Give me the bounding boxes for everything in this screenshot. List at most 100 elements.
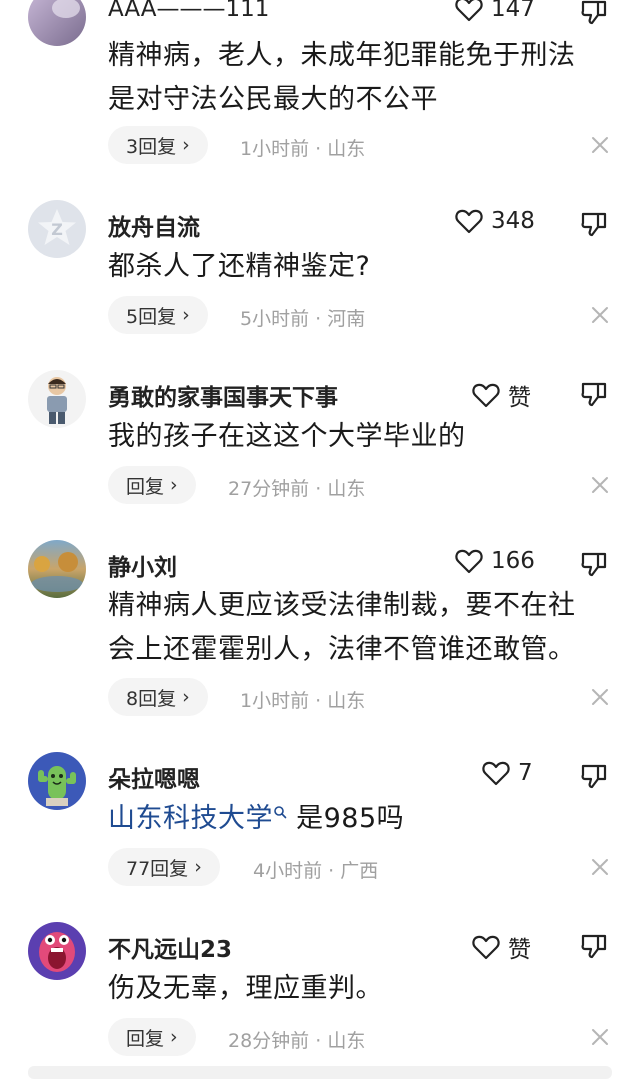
close-icon[interactable]: [590, 475, 610, 495]
comment-location: 河南: [327, 308, 366, 330]
reply-button[interactable]: 3回复 ›: [108, 126, 208, 164]
dislike-icon[interactable]: [580, 550, 608, 578]
like-button[interactable]: 147: [455, 0, 535, 22]
comment-text: 都杀人了还精神鉴定?: [108, 245, 608, 289]
comment-meta: 4小时前 · 广西: [253, 856, 378, 883]
like-button[interactable]: 166: [455, 548, 535, 574]
comment-text: 山东科技大学 是985吗: [108, 797, 608, 841]
reply-label: 回复: [126, 1027, 165, 1050]
close-icon[interactable]: [590, 687, 610, 707]
comment-location: 山东: [327, 1030, 366, 1052]
like-count: 166: [491, 548, 535, 574]
username[interactable]: 静小刘: [108, 548, 177, 582]
heart-icon: [482, 761, 510, 786]
meta-separator: ·: [315, 690, 322, 712]
comment-text-line: 精神病，老人，未成年犯罪能免于刑法: [108, 40, 576, 71]
close-icon[interactable]: [590, 857, 610, 877]
comment-time: 1小时前: [240, 690, 310, 712]
avatar[interactable]: [28, 540, 86, 598]
like-button[interactable]: 7: [482, 760, 533, 786]
comment-location: 广西: [340, 860, 379, 882]
dislike-icon[interactable]: [580, 932, 608, 960]
like-button[interactable]: 赞: [472, 378, 531, 412]
chevron-right-icon: ›: [170, 474, 178, 496]
heart-icon: [472, 935, 500, 960]
comment-time: 1小时前: [240, 138, 310, 160]
svg-text:Z: Z: [51, 220, 63, 239]
username[interactable]: AAA———111: [108, 0, 269, 22]
chevron-right-icon: ›: [182, 134, 190, 156]
comment-text-line: 是对守法公民最大的不公平: [108, 84, 438, 115]
reply-button[interactable]: 8回复 ›: [108, 678, 208, 716]
heart-icon: [472, 383, 500, 408]
meta-separator: ·: [315, 138, 322, 160]
reply-button[interactable]: 回复 ›: [108, 466, 196, 504]
username[interactable]: 勇敢的家事国事天下事: [108, 378, 338, 412]
dislike-icon[interactable]: [580, 210, 608, 238]
chevron-right-icon: ›: [182, 686, 190, 708]
reply-label: 5回复: [126, 305, 177, 328]
like-count: 赞: [508, 385, 531, 411]
dislike-icon[interactable]: [580, 0, 608, 26]
comment-text-line: 伤及无辜，理应重判。: [108, 973, 383, 1004]
avatar[interactable]: [28, 0, 86, 46]
comment-text-rest: 是985吗: [287, 803, 405, 834]
comment-meta: 28分钟前 · 山东: [228, 1026, 365, 1053]
avatar[interactable]: [28, 922, 86, 980]
comment-text-line: 都杀人了还精神鉴定?: [108, 251, 371, 282]
search-icon[interactable]: [273, 805, 287, 819]
like-count: 7: [518, 760, 533, 786]
reply-button[interactable]: 5回复 ›: [108, 296, 208, 334]
comment-meta: 5小时前 · 河南: [240, 304, 365, 331]
like-count: 赞: [508, 937, 531, 963]
comment-location: 山东: [327, 690, 366, 712]
search-link[interactable]: 山东科技大学: [108, 803, 273, 834]
dislike-icon[interactable]: [580, 762, 608, 790]
comment-text-line: 精神病人更应该受法律制裁，要不在社: [108, 590, 576, 621]
close-icon[interactable]: [590, 135, 610, 155]
comment-text: 精神病人更应该受法律制裁，要不在社 会上还霍霍别人，法律不管谁还敢管。: [108, 584, 608, 672]
comment-meta: 1小时前 · 山东: [240, 134, 365, 161]
bottom-input-bar[interactable]: [28, 1066, 612, 1079]
comment-meta: 27分钟前 · 山东: [228, 474, 365, 501]
comment-time: 27分钟前: [228, 478, 310, 500]
reply-label: 回复: [126, 475, 165, 498]
avatar[interactable]: [28, 752, 86, 810]
like-count: 147: [491, 0, 535, 22]
username[interactable]: 放舟自流: [108, 208, 200, 242]
comment-text: 我的孩子在这这个大学毕业的: [108, 415, 608, 459]
avatar[interactable]: [28, 370, 86, 428]
comment-text: 精神病，老人，未成年犯罪能免于刑法 是对守法公民最大的不公平: [108, 34, 608, 122]
username[interactable]: 朵拉嗯嗯: [108, 760, 200, 794]
meta-separator: ·: [328, 860, 335, 882]
heart-icon: [455, 209, 483, 234]
comment-text: 伤及无辜，理应重判。: [108, 967, 608, 1011]
meta-separator: ·: [315, 308, 322, 330]
comment-text-line: 会上还霍霍别人，法律不管谁还敢管。: [108, 634, 576, 665]
comment-meta: 1小时前 · 山东: [240, 686, 365, 713]
like-button[interactable]: 348: [455, 208, 535, 234]
reply-label: 8回复: [126, 687, 177, 710]
dislike-icon[interactable]: [580, 380, 608, 408]
username[interactable]: 不凡远山23: [108, 930, 232, 964]
close-icon[interactable]: [590, 305, 610, 325]
like-button[interactable]: 赞: [472, 930, 531, 964]
comment-location: 山东: [327, 138, 366, 160]
avatar[interactable]: Z: [28, 200, 86, 258]
heart-icon: [455, 549, 483, 574]
comment-location: 山东: [327, 478, 366, 500]
comment-time: 4小时前: [253, 860, 323, 882]
chevron-right-icon: ›: [182, 304, 190, 326]
reply-button[interactable]: 回复 ›: [108, 1018, 196, 1056]
comment-time: 28分钟前: [228, 1030, 310, 1052]
comment-text-line: 我的孩子在这这个大学毕业的: [108, 421, 466, 452]
close-icon[interactable]: [590, 1027, 610, 1047]
chevron-right-icon: ›: [170, 1026, 178, 1048]
meta-separator: ·: [315, 1030, 322, 1052]
reply-button[interactable]: 77回复 ›: [108, 848, 220, 886]
meta-separator: ·: [315, 478, 322, 500]
heart-icon: [455, 0, 483, 22]
chevron-right-icon: ›: [194, 856, 202, 878]
reply-label: 3回复: [126, 135, 177, 158]
reply-label: 77回复: [126, 857, 189, 880]
